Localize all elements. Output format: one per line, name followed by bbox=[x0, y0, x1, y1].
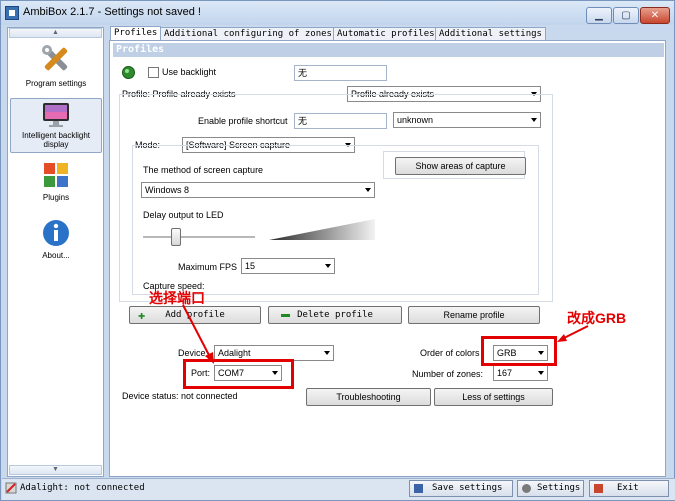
shortcut-mode-value: unknown bbox=[397, 115, 434, 125]
settings-button[interactable]: Settings bbox=[517, 480, 584, 497]
backlight-shortcut-field[interactable]: 无 bbox=[294, 65, 387, 81]
section-title: Profiles bbox=[113, 43, 664, 57]
sidebar-item-label: Program settings bbox=[25, 79, 87, 88]
sidebar-item-program-settings[interactable]: Program settings bbox=[10, 42, 102, 98]
puzzle-icon bbox=[44, 163, 68, 187]
app-icon bbox=[5, 6, 19, 20]
sidebar-item-plugins[interactable]: Plugins bbox=[10, 160, 102, 205]
capture-method-select[interactable]: Windows 8 bbox=[141, 182, 375, 198]
minimize-button[interactable]: ▁ bbox=[586, 7, 612, 24]
sidebar-item-label: Plugins bbox=[42, 193, 70, 202]
sidebar-scroll-up-button[interactable]: ▲ bbox=[9, 28, 102, 38]
use-backlight-label: Use backlight bbox=[162, 67, 217, 77]
sidebar-item-intelligent-backlight[interactable]: Intelligent backlight display bbox=[10, 98, 102, 153]
rename-profile-button[interactable]: Rename profile bbox=[408, 306, 540, 324]
show-areas-button[interactable]: Show areas of capture bbox=[395, 157, 526, 175]
device-status: Device status: not connected bbox=[122, 391, 238, 401]
port-annotation-arrow-icon bbox=[182, 304, 214, 364]
status-text: Adalight: not connected bbox=[20, 483, 145, 493]
info-icon bbox=[43, 220, 69, 246]
tools-icon bbox=[42, 45, 68, 71]
less-settings-button[interactable]: Less of settings bbox=[434, 388, 553, 406]
max-fps-label: Maximum FPS bbox=[178, 262, 238, 272]
tab-automatic-profiles[interactable]: Automatic profiles bbox=[333, 27, 439, 40]
order-annotation-box bbox=[481, 336, 557, 366]
use-backlight-checkbox[interactable] bbox=[148, 67, 159, 78]
sidebar: ▲ Program settings Intelligent backlight… bbox=[7, 27, 104, 477]
app-window: AmbiBox 2.1.7 - Settings not saved ! ▁ ▢… bbox=[0, 0, 675, 501]
exit-icon bbox=[594, 484, 603, 493]
tab-additional-zones[interactable]: Additional configuring of zones bbox=[160, 27, 336, 40]
troubleshooting-button[interactable]: Troubleshooting bbox=[306, 388, 431, 406]
tab-additional-settings[interactable]: Additional settings bbox=[435, 27, 546, 40]
max-fps-select[interactable]: 15 bbox=[241, 258, 335, 274]
minus-icon bbox=[281, 314, 290, 317]
plus-icon: ✚ bbox=[138, 308, 146, 322]
exit-button[interactable]: Exit bbox=[589, 480, 669, 497]
number-of-zones-label: Number of zones: bbox=[412, 369, 484, 379]
status-light-icon bbox=[122, 66, 135, 79]
disconnected-icon bbox=[5, 482, 17, 494]
delete-profile-button[interactable]: Delete profile bbox=[268, 306, 402, 324]
sidebar-item-label: Intelligent backlight display bbox=[21, 131, 91, 149]
capture-method-value: Windows 8 bbox=[145, 185, 190, 195]
delay-ramp-graphic bbox=[269, 219, 375, 240]
port-annotation-box bbox=[183, 359, 294, 389]
save-icon bbox=[414, 484, 423, 493]
shortcut-mode-select[interactable]: unknown bbox=[393, 112, 541, 128]
max-fps-value: 15 bbox=[245, 261, 256, 271]
close-button[interactable]: ✕ bbox=[640, 7, 670, 24]
tab-profiles[interactable]: Profiles bbox=[110, 26, 162, 41]
capture-method-label: The method of screen capture bbox=[143, 165, 264, 175]
gear-icon bbox=[522, 484, 531, 493]
delay-slider-thumb[interactable] bbox=[171, 228, 181, 246]
number-of-zones-select[interactable]: 167 bbox=[493, 365, 548, 381]
sidebar-item-about[interactable]: About... bbox=[10, 218, 102, 263]
monitor-icon bbox=[43, 103, 69, 127]
device-select-value: Adalight bbox=[218, 348, 251, 358]
save-settings-button[interactable]: Save settings bbox=[409, 480, 513, 497]
delete-profile-label: Delete profile bbox=[297, 310, 373, 320]
delay-slider-track bbox=[143, 236, 255, 238]
profile-shortcut-field[interactable]: 无 bbox=[294, 113, 387, 129]
maximize-button[interactable]: ▢ bbox=[613, 7, 639, 24]
exit-label: Exit bbox=[617, 483, 639, 493]
enable-shortcut-label: Enable profile shortcut bbox=[198, 116, 288, 126]
settings-label: Settings bbox=[537, 483, 581, 493]
order-annotation-arrow-icon bbox=[557, 325, 589, 342]
number-of-zones-value: 167 bbox=[497, 368, 513, 378]
title-bar: AmbiBox 2.1.7 - Settings not saved ! ▁ ▢… bbox=[1, 1, 674, 25]
save-settings-label: Save settings bbox=[432, 483, 503, 493]
sidebar-item-label: About... bbox=[42, 251, 70, 260]
sidebar-scroll-down-button[interactable]: ▼ bbox=[9, 465, 102, 475]
delay-label: Delay output to LED bbox=[143, 210, 224, 220]
order-of-colors-label: Order of colors bbox=[420, 348, 480, 358]
window-title: AmbiBox 2.1.7 - Settings not saved ! bbox=[23, 6, 201, 18]
